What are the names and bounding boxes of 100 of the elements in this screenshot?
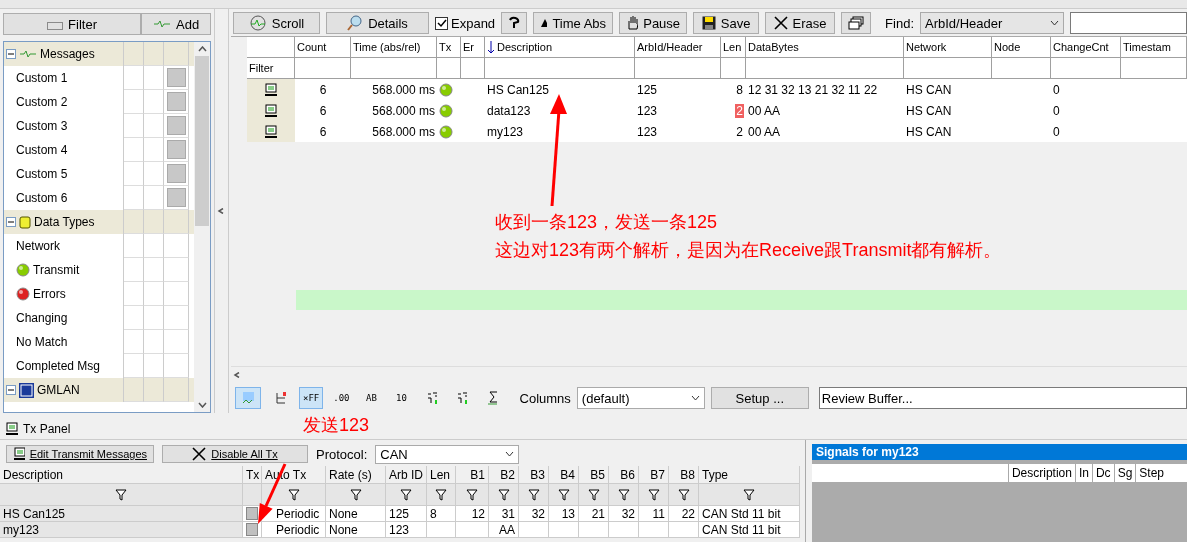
filter-cell[interactable] [262,484,326,506]
hook-button[interactable] [501,12,528,34]
filter-button[interactable]: Filter [3,13,142,35]
details-button[interactable]: Details [326,12,429,34]
column-header[interactable]: B3 [519,466,549,484]
filter-cell[interactable] [1051,58,1121,79]
scroll-button[interactable]: Scroll [233,12,320,34]
filter-cell[interactable] [904,58,992,79]
column-header[interactable]: B2 [489,466,519,484]
tree-item[interactable]: No Match [16,335,68,349]
tree-item[interactable]: Custom 5 [16,167,68,181]
column-header[interactable]: Len [721,37,746,58]
filter-cell[interactable] [746,58,904,79]
format-button[interactable]: AB [359,387,384,409]
column-header[interactable]: Network [904,37,992,58]
tree-item[interactable]: Custom 1 [16,71,68,85]
find-dropdown[interactable]: ArbId/Header [920,12,1064,34]
pause-button[interactable]: Pause [619,12,688,34]
filter-cell[interactable] [485,58,635,79]
column-header[interactable]: Len [427,466,456,484]
format-button[interactable]: .00 [329,387,354,409]
filter-cell[interactable] [489,484,519,506]
column-header[interactable]: Timestam [1121,37,1187,58]
column-header[interactable]: B5 [579,466,609,484]
filter-cell[interactable] [1121,58,1187,79]
column-header[interactable]: Time (abs/rel) [351,37,437,58]
collapse-icon[interactable] [6,217,16,227]
filter-cell[interactable] [456,484,489,506]
filter-cell[interactable] [721,58,746,79]
tree-item[interactable]: Completed Msg [16,359,101,373]
column-header[interactable]: Node [992,37,1051,58]
tree-item[interactable]: Changing [16,311,68,325]
filter-cell[interactable] [461,58,485,79]
filter-cell[interactable] [295,58,351,79]
protocol-dropdown[interactable]: CAN [375,444,520,464]
tree-item[interactable]: Custom 6 [16,191,68,205]
column-header[interactable]: B8 [669,466,699,484]
transmit-button[interactable] [246,507,258,520]
table-row[interactable]: 6 568.000 ms HS Can125 125 8 12 31 32 13 21 32 11 22 HS CAN 0 [247,79,1187,100]
format-button[interactable]: 10 [389,387,414,409]
column-header[interactable]: Dc [1091,464,1114,482]
column-header[interactable]: Description [1007,464,1075,482]
filter-cell[interactable] [549,484,579,506]
column-header[interactable]: Tx [437,37,461,58]
filter-cell[interactable] [437,58,461,79]
tree-group[interactable]: GMLAN [37,383,80,397]
column-header[interactable]: ChangeCnt [1051,37,1121,58]
filter-cell[interactable] [669,484,699,506]
column-header[interactable]: Arb ID [386,466,427,484]
filter-cell[interactable] [519,484,549,506]
filter-cell[interactable] [386,484,427,506]
filter-cell[interactable] [699,484,800,506]
filter-cell[interactable] [579,484,609,506]
save-button[interactable]: Save [693,12,760,34]
scrollbar[interactable] [194,42,210,412]
tree-item[interactable]: Errors [33,287,66,301]
collapse-icon[interactable] [6,49,16,59]
expand-checkbox[interactable]: Expand [435,15,496,31]
filter-cell[interactable] [351,58,437,79]
column-header[interactable]: B6 [609,466,639,484]
filter-cell[interactable] [0,484,243,506]
tree-item[interactable]: Custom 4 [16,143,68,157]
filter-cell[interactable] [609,484,639,506]
filter-cell[interactable] [243,484,262,506]
column-header[interactable]: Description [0,466,243,484]
column-header[interactable]: Type [699,466,800,484]
column-header[interactable]: Description [485,37,635,58]
filter-cell[interactable] [639,484,669,506]
edit-transmit-button[interactable]: Edit Transmit Messages [6,445,154,463]
column-header[interactable]: Step [1135,464,1167,482]
table-row[interactable]: 6 568.000 ms my123 123 2 00 AA HS CAN 0 [247,121,1187,142]
tree-item[interactable]: Transmit [33,263,80,277]
column-header[interactable]: DataBytes [746,37,904,58]
column-header[interactable]: B7 [639,466,669,484]
table-row[interactable]: 6 568.000 ms data123 123 2 00 AA HS CAN 0 [247,100,1187,121]
column-header[interactable]: Count [295,37,351,58]
collapse-icon[interactable] [6,385,16,395]
filter-cell[interactable] [326,484,386,506]
column-header[interactable]: Sg [1113,464,1136,482]
filter-cell[interactable] [427,484,456,506]
column-header[interactable]: B4 [549,466,579,484]
erase-button[interactable]: Erase [765,12,836,34]
transmit-button[interactable] [246,523,258,536]
disable-tx-button[interactable]: Disable All Tx [162,445,308,463]
column-header[interactable]: ArbId/Header [635,37,721,58]
column-header[interactable]: Rate (s) [326,466,386,484]
filter-cell[interactable] [635,58,721,79]
tree-item[interactable]: Network [16,239,60,253]
tree-group[interactable]: Messages [40,47,95,61]
add-button[interactable]: Add [141,13,211,35]
find-input[interactable] [1070,12,1187,34]
column-header[interactable]: In [1074,464,1092,482]
review-buffer-field[interactable]: Review Buffer... [818,387,1187,409]
time-button[interactable]: Time Abs [533,12,614,34]
tree-group[interactable]: Data Types [34,215,95,229]
filter-cell[interactable] [992,58,1051,79]
column-header[interactable]: B1 [456,466,489,484]
format-button[interactable]: ×FF [299,387,324,409]
setup-button[interactable]: Setup ... [710,387,809,409]
tree-item[interactable]: Custom 3 [16,119,68,133]
